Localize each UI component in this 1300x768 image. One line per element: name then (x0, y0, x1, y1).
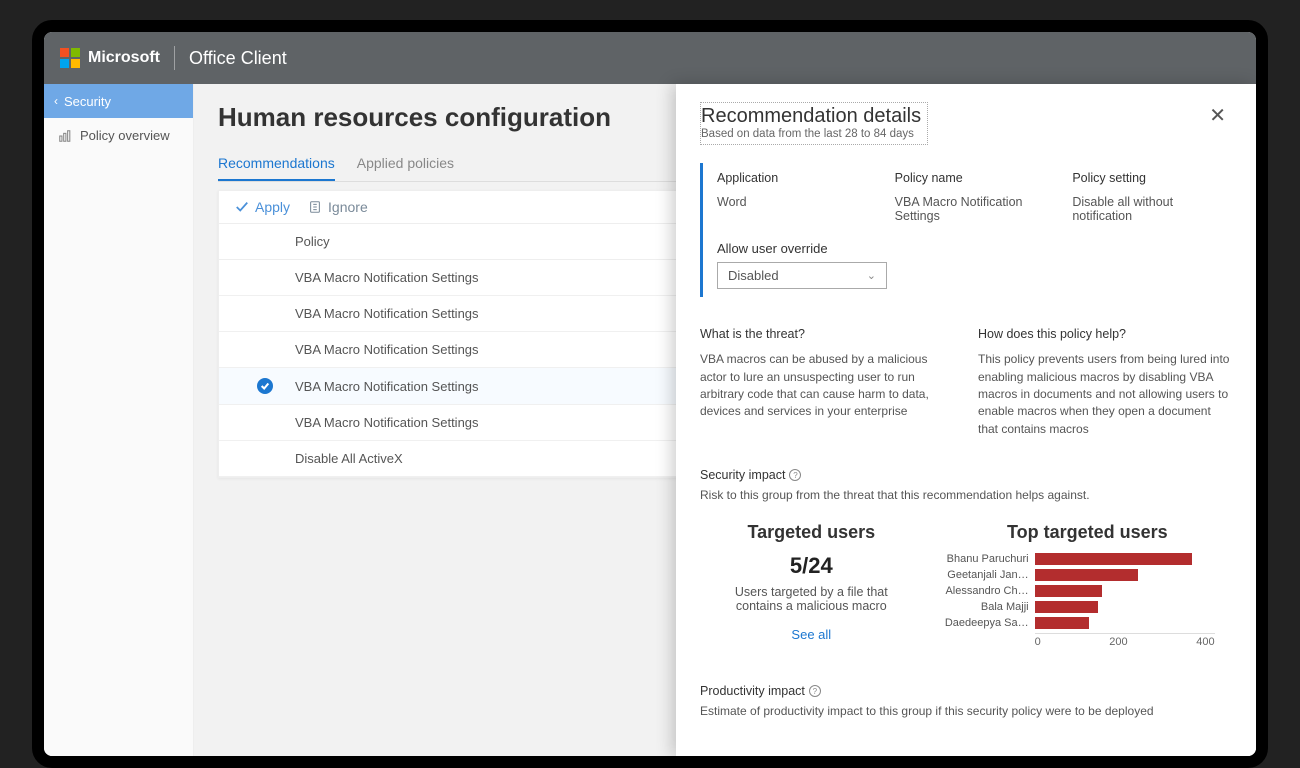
chart-bar-label: Daedeepya Sa… (943, 617, 1035, 629)
tab-recommendations[interactable]: Recommendations (218, 145, 335, 181)
top-targeted-heading: Top targeted users (943, 522, 1232, 543)
sidebar-item-label: Policy overview (80, 128, 170, 143)
details-subtitle: Based on data from the last 28 to 84 day… (701, 128, 921, 140)
device-frame: Microsoft Office Client ‹ Security Polic… (32, 20, 1268, 768)
help-block: How does this policy help? This policy p… (978, 325, 1232, 438)
details-title-box: Recommendation details Based on data fro… (700, 102, 928, 145)
tab-applied-policies[interactable]: Applied policies (357, 145, 454, 181)
policy-setting-value: Disable all without notification (1072, 195, 1232, 223)
override-select[interactable]: Disabled ⌄ (717, 262, 887, 289)
ignore-button[interactable]: Ignore (308, 199, 368, 215)
targeted-count: 5 (790, 553, 802, 578)
sidebar-back-label: Security (64, 94, 111, 109)
chart-bar-icon (58, 129, 72, 143)
override-label: Allow user override (717, 241, 1232, 256)
microsoft-logo (60, 48, 80, 68)
details-title: Recommendation details (701, 105, 921, 128)
security-impact-heading: Security impact ? (700, 468, 1232, 482)
threat-heading: What is the threat? (700, 325, 954, 343)
close-icon: ✕ (1209, 105, 1226, 127)
chart-bar (1035, 553, 1193, 565)
chart-bar-label: Geetanjali Jan… (943, 569, 1035, 581)
chart-bar (1035, 601, 1098, 613)
details-meta: Application Policy name Policy setting W… (700, 163, 1232, 297)
check-icon (235, 200, 249, 214)
application-value: Word (717, 195, 877, 223)
sidebar-back[interactable]: ‹ Security (44, 84, 193, 118)
app-name: Office Client (189, 48, 287, 69)
targeted-users-block: Targeted users 5/24 Users targeted by a … (700, 522, 923, 644)
chart-bar-row: Daedeepya Sa… (943, 617, 1232, 629)
ignore-icon (308, 200, 322, 214)
security-impact-sub: Risk to this group from the threat that … (700, 488, 1232, 502)
close-button[interactable]: ✕ (1203, 102, 1232, 130)
see-all-link[interactable]: See all (791, 627, 831, 642)
chart-bar-label: Bhanu Paruchuri (943, 553, 1035, 565)
check-icon (257, 378, 273, 394)
recommendation-details-panel: Recommendation details Based on data fro… (676, 84, 1256, 756)
policy-setting-label: Policy setting (1072, 171, 1232, 185)
productivity-impact-heading: Productivity impact ? (700, 684, 1232, 698)
policy-name-value: VBA Macro Notification Settings (895, 195, 1055, 223)
brand-name: Microsoft (88, 49, 160, 67)
chart-bar-row: Geetanjali Jan… (943, 569, 1232, 581)
apply-button[interactable]: Apply (235, 199, 290, 215)
chart-bar-row: Bhanu Paruchuri (943, 553, 1232, 565)
app-body: ‹ Security Policy overview Human resourc… (44, 84, 1256, 756)
chart-bar-label: Bala Majji (943, 601, 1035, 613)
chart-bar (1035, 617, 1089, 629)
app-header: Microsoft Office Client (44, 32, 1256, 84)
apply-label: Apply (255, 199, 290, 215)
ignore-label: Ignore (328, 199, 368, 215)
chart-bar-row: Bala Majji (943, 601, 1232, 613)
chevron-down-icon: ⌄ (867, 269, 876, 282)
info-icon[interactable]: ? (809, 685, 821, 697)
help-heading: How does this policy help? (978, 325, 1232, 343)
help-body: This policy prevents users from being lu… (978, 351, 1232, 438)
chart-bar (1035, 585, 1103, 597)
chart-axis: 0200400 (1035, 633, 1215, 648)
header-divider (174, 46, 175, 70)
targeted-total: /24 (802, 553, 833, 578)
chart-bar (1035, 569, 1139, 581)
threat-block: What is the threat? VBA macros can be ab… (700, 325, 954, 438)
info-icon[interactable]: ? (789, 469, 801, 481)
top-targeted-chart: Top targeted users Bhanu Paruchuri Geetan… (943, 522, 1232, 648)
productivity-impact-sub: Estimate of productivity impact to this … (700, 704, 1232, 718)
sidebar: ‹ Security Policy overview (44, 84, 194, 756)
targeted-users-heading: Targeted users (700, 522, 923, 543)
chevron-left-icon: ‹ (54, 94, 58, 108)
threat-body: VBA macros can be abused by a malicious … (700, 351, 954, 421)
chart-bar-row: Alessandro Ch… (943, 585, 1232, 597)
sidebar-item-policy-overview[interactable]: Policy overview (44, 118, 193, 153)
policy-name-label: Policy name (895, 171, 1055, 185)
targeted-desc: Users targeted by a file that contains a… (726, 585, 896, 613)
application-label: Application (717, 171, 877, 185)
chart-bar-label: Alessandro Ch… (943, 585, 1035, 597)
override-value: Disabled (728, 268, 779, 283)
